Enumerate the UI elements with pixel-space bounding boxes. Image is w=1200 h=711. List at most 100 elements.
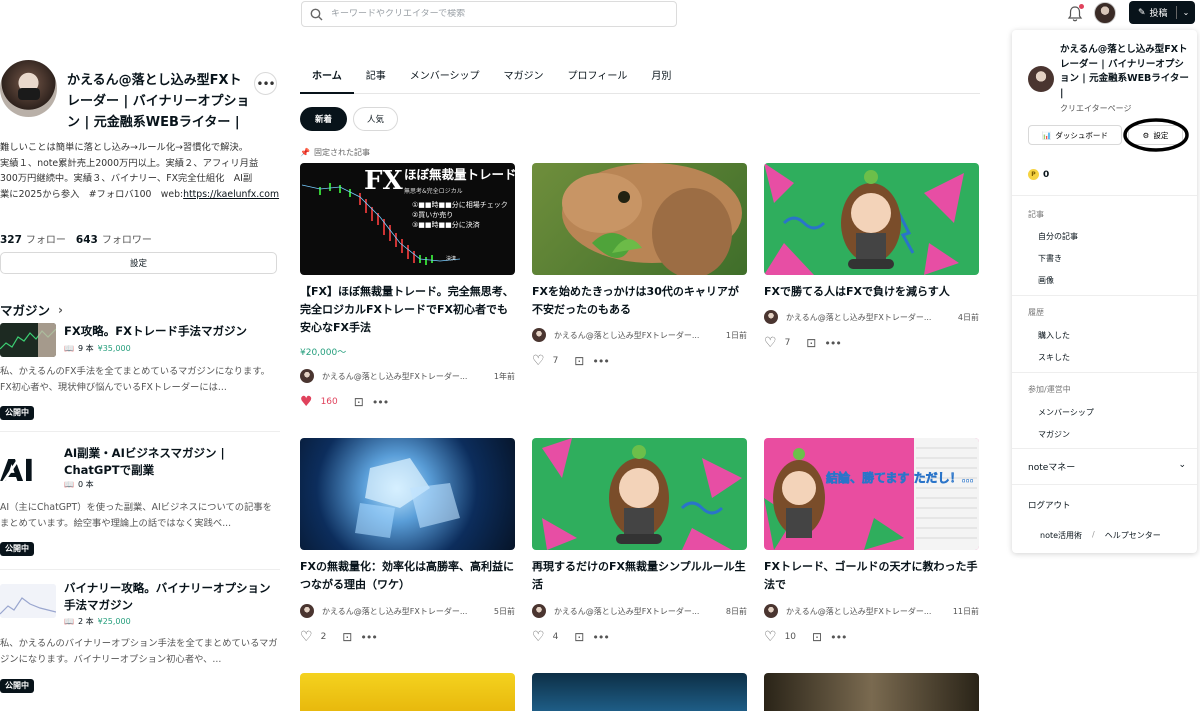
more-icon[interactable]: ••• bbox=[372, 396, 389, 409]
like-button[interactable]: ♡ 7 bbox=[532, 353, 558, 369]
magazine-item[interactable]: AI AI副業・AIビジネスマガジン | ChatGPTで副業 📖 0 本 AI（… bbox=[0, 445, 280, 570]
bookmark-icon[interactable]: ⊡ bbox=[574, 630, 584, 644]
article-thumbnail bbox=[300, 438, 515, 550]
bookmark-icon[interactable]: ⊡ bbox=[342, 630, 352, 644]
bookmark-icon[interactable]: ⊡ bbox=[806, 336, 816, 350]
like-button[interactable]: ♡ 2 bbox=[300, 629, 326, 645]
magazine-heading[interactable]: マガジン › bbox=[0, 300, 63, 319]
search-bar[interactable] bbox=[301, 1, 677, 27]
more-icon[interactable]: ••• bbox=[830, 631, 847, 644]
search-input[interactable] bbox=[331, 9, 651, 19]
more-icon[interactable]: ••• bbox=[824, 337, 841, 350]
menu-purchased[interactable]: 購入した bbox=[1038, 330, 1070, 341]
article-title[interactable]: FXの無裁量化：効率化は高勝率、高利益につながる理由（ワケ） bbox=[300, 558, 515, 594]
bookmark-icon[interactable]: ⊡ bbox=[812, 630, 822, 644]
article-author[interactable]: かえるん@落とし込み型FXトレーダー... 11日前 bbox=[764, 604, 979, 618]
tab-profile[interactable]: プロフィール bbox=[556, 66, 640, 94]
like-button[interactable]: ♥ 160 bbox=[300, 394, 338, 410]
more-options-button[interactable]: ••• bbox=[254, 72, 277, 95]
magazine-count: 9 本 bbox=[77, 344, 94, 353]
like-button[interactable]: ♡ 4 bbox=[532, 629, 558, 645]
article-author[interactable]: かえるん@落とし込み型FXトレーダー... 8日前 bbox=[532, 604, 747, 618]
article-author[interactable]: かえるん@落とし込み型FXトレーダー... 1日前 bbox=[532, 328, 747, 342]
bio-link[interactable]: https://kaelunfx.com bbox=[183, 189, 279, 200]
article-card[interactable]: FXで勝てる人はFXで負けを減らす人 かえるん@落とし込み型FXトレーダー...… bbox=[764, 163, 979, 363]
chevron-right-icon: › bbox=[58, 302, 63, 317]
filter-popular-chip[interactable]: 人気 bbox=[353, 107, 398, 131]
separator: / bbox=[1092, 530, 1095, 539]
dashboard-label: ダッシュボード bbox=[1055, 130, 1108, 140]
chevron-down-icon[interactable]: ⌄ bbox=[1177, 8, 1195, 17]
article-title[interactable]: FXトレード、ゴールドの天才に教わった手法で bbox=[764, 558, 979, 594]
magazine-title[interactable]: FX攻略。FXトレード手法マガジン bbox=[64, 323, 279, 340]
bookmark-icon[interactable]: ⊡ bbox=[574, 354, 584, 368]
section-history: 履歴 bbox=[1028, 308, 1044, 317]
tips-link[interactable]: note活用術 bbox=[1040, 530, 1082, 541]
help-link[interactable]: ヘルプセンター bbox=[1105, 530, 1161, 541]
tab-articles[interactable]: 記事 bbox=[354, 66, 398, 94]
like-button[interactable]: ♡ 7 bbox=[764, 335, 790, 351]
tab-monthly[interactable]: 月別 bbox=[639, 66, 683, 94]
profile-name: かえるん@落とし込み型FXトレーダー | バイナリーオプション | 元金融系WE… bbox=[67, 73, 250, 130]
menu-membership[interactable]: メンバーシップ bbox=[1038, 407, 1094, 418]
note-money-toggle[interactable]: noteマネー ⌄ bbox=[1028, 460, 1186, 473]
magazine-item[interactable]: FX攻略。FXトレード手法マガジン 📖 9 本 ¥35,000 私、かえるんのFX手… bbox=[0, 323, 280, 438]
bookmark-icon[interactable]: ⊡ bbox=[354, 395, 364, 409]
article-card[interactable]: 結論、勝てます ただし！… FXトレード、ゴールドの天才に教わった手法で かえる… bbox=[764, 438, 979, 648]
magazine-thumbnail bbox=[0, 323, 56, 357]
article-card[interactable]: 再現するだけのFX無裁量シンプルルール生活 かえるん@落とし込み型FXトレーダー… bbox=[532, 438, 747, 648]
filter-new-chip[interactable]: 新着 bbox=[300, 107, 347, 131]
article-author[interactable]: かえるん@落とし込み型FXトレーダー... 1年前 bbox=[300, 369, 515, 383]
search-icon bbox=[310, 8, 323, 20]
article-author[interactable]: かえるん@落とし込み型FXトレーダー... 4日前 bbox=[764, 310, 979, 324]
article-thumbnail[interactable] bbox=[764, 673, 979, 711]
tab-magazine[interactable]: マガジン bbox=[492, 66, 556, 94]
more-icon[interactable]: ••• bbox=[592, 631, 609, 644]
menu-images[interactable]: 画像 bbox=[1038, 275, 1054, 286]
magazine-thumbnail bbox=[0, 584, 56, 618]
note-money-label: noteマネー bbox=[1028, 463, 1076, 473]
article-actions: ♡ 10 ⊡ ••• bbox=[764, 629, 848, 645]
article-card[interactable]: FXの無裁量化：効率化は高勝率、高利益につながる理由（ワケ） かえるん@落とし込… bbox=[300, 438, 515, 648]
article-title[interactable]: 再現するだけのFX無裁量シンプルルール生活 bbox=[532, 558, 747, 594]
menu-avatar[interactable] bbox=[1028, 66, 1054, 92]
article-date: 11日前 bbox=[952, 606, 979, 616]
points-balance[interactable]: P0 bbox=[1028, 169, 1049, 180]
user-avatar[interactable] bbox=[1094, 2, 1116, 24]
profile-bio: 難しいことは簡単に落とし込み→ルール化→習慣化で解決。 実績１、note累計売上… bbox=[0, 140, 280, 202]
menu-liked[interactable]: スキした bbox=[1038, 352, 1070, 363]
status-badge: 公開中 bbox=[0, 406, 34, 420]
article-title[interactable]: FXで勝てる人はFXで負けを減らす人 bbox=[764, 283, 979, 301]
menu-magazine[interactable]: マガジン bbox=[1038, 429, 1070, 440]
menu-drafts[interactable]: 下書き bbox=[1038, 253, 1062, 264]
dashboard-button[interactable]: 📊 ダッシュボード bbox=[1028, 125, 1122, 145]
magazine-title[interactable]: AI副業・AIビジネスマガジン | ChatGPTで副業 bbox=[64, 445, 279, 479]
tab-bar: ホーム 記事 メンバーシップ マガジン プロフィール 月別 bbox=[300, 66, 980, 94]
creator-page-label[interactable]: クリエイターページ bbox=[1060, 103, 1132, 114]
follower-count[interactable]: 643 bbox=[76, 234, 98, 246]
follow-label[interactable]: フォロー bbox=[26, 231, 66, 246]
follower-label[interactable]: フォロワー bbox=[102, 231, 152, 246]
like-button[interactable]: ♡ 10 bbox=[764, 629, 796, 645]
magazine-item[interactable]: バイナリー攻略。バイナリーオプション手法マガジン 📖 2 本 ¥25,000 私、か… bbox=[0, 580, 280, 695]
more-icon[interactable]: ••• bbox=[592, 355, 609, 368]
tab-membership[interactable]: メンバーシップ bbox=[398, 66, 492, 94]
more-icon[interactable]: ••• bbox=[360, 631, 377, 644]
follow-count[interactable]: 327 bbox=[0, 234, 22, 246]
article-title[interactable]: FXを始めたきっかけは30代のキャリアが不安だったのもある bbox=[532, 283, 747, 319]
article-card[interactable]: FXを始めたきっかけは30代のキャリアが不安だったのもある かえるん@落とし込み… bbox=[532, 163, 747, 373]
post-button[interactable]: ✎ 投稿 ⌄ bbox=[1129, 1, 1195, 24]
article-author[interactable]: かえるん@落とし込み型FXトレーダー... 5日前 bbox=[300, 604, 515, 618]
tab-home[interactable]: ホーム bbox=[300, 66, 354, 94]
profile-settings-button[interactable]: 設定 bbox=[0, 252, 277, 274]
article-card[interactable]: FX ほぼ無裁量トレード 無思考&完全ロジカル ①■■時■■分に相場チェック ②… bbox=[300, 163, 515, 413]
logout-link[interactable]: ログアウト bbox=[1028, 499, 1071, 511]
status-badge: 公開中 bbox=[0, 679, 34, 693]
menu-my-articles[interactable]: 自分の記事 bbox=[1038, 231, 1078, 242]
magazine-title[interactable]: バイナリー攻略。バイナリーオプション手法マガジン bbox=[64, 580, 279, 614]
article-actions: ♡ 2 ⊡ ••• bbox=[300, 629, 378, 645]
article-thumbnail[interactable] bbox=[532, 673, 747, 711]
article-thumbnail[interactable] bbox=[300, 673, 515, 711]
menu-user-name[interactable]: かえるん@落とし込み型FXトレーダー | バイナリーオプション | 元金融系WE… bbox=[1060, 43, 1192, 101]
article-title[interactable]: 【FX】ほぼ無裁量トレード。完全無思考、完全ロジカルFXトレードでFX初心者でも… bbox=[300, 283, 515, 337]
